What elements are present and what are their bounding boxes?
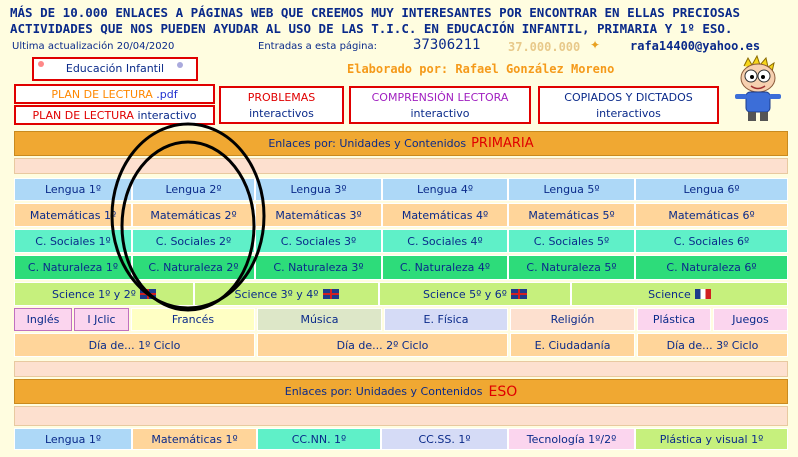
- problemas-title: PROBLEMAS: [247, 91, 316, 104]
- mates-2-link[interactable]: Matemáticas 2º: [132, 203, 255, 227]
- plan-lectura-pdf-link[interactable]: PLAN DE LECTURA .pdf: [14, 84, 215, 104]
- plastica-link[interactable]: Plástica: [637, 308, 711, 331]
- religion-link[interactable]: Religión: [510, 308, 635, 331]
- problemas-link[interactable]: PROBLEMAS interactivos: [219, 86, 344, 124]
- science-french-label: Science: [648, 287, 691, 301]
- lengua-2-link[interactable]: Lengua 2º: [132, 178, 255, 201]
- naturaleza-3-link[interactable]: C. Naturaleza 3º: [255, 255, 382, 280]
- header-line-1: MÁS DE 10.000 ENLACES A PÁGINAS WEB QUE …: [10, 5, 740, 20]
- copiados-title: COPIADOS Y DICTADOS: [564, 91, 693, 104]
- mates-4-link[interactable]: Matemáticas 4º: [382, 203, 508, 227]
- eso-plastica-link[interactable]: Plástica y visual 1º: [635, 428, 788, 450]
- comprension-title: COMPRENSIÓN LECTORA: [371, 91, 509, 104]
- visit-counter-goal: 37.000.000: [508, 40, 581, 54]
- lengua-5-link[interactable]: Lengua 5º: [508, 178, 635, 201]
- spacer-row: [14, 406, 788, 426]
- plan-lectura-int-label: PLAN DE LECTURA: [32, 109, 134, 122]
- spacer-row: [14, 361, 788, 377]
- eso-mates-link[interactable]: Matemáticas 1º: [132, 428, 257, 450]
- sparkle-icon: ✦: [590, 38, 601, 52]
- plan-lectura-interactivo-link[interactable]: PLAN DE LECTURA interactivo: [14, 105, 215, 125]
- eso-ccss-link[interactable]: CC.SS. 1º: [381, 428, 508, 450]
- naturaleza-1-link[interactable]: C. Naturaleza 1º: [14, 255, 132, 280]
- uk-flag-icon: [140, 289, 156, 299]
- uk-flag-icon: [322, 289, 339, 299]
- science-french-link[interactable]: Science: [571, 282, 788, 306]
- copiados-dictados-link[interactable]: COPIADOS Y DICTADOS interactivos: [538, 86, 719, 124]
- primaria-band: Enlaces por: Unidades y Contenidos PRIMA…: [14, 131, 788, 156]
- educacion-fisica-link[interactable]: E. Física: [384, 308, 508, 331]
- mascot-boy-icon: [735, 54, 781, 121]
- uk-flag-icon: [511, 289, 527, 299]
- eso-lengua-link[interactable]: Lengua 1º: [14, 428, 132, 450]
- primaria-band-label: Enlaces por: Unidades y Contenidos: [268, 137, 467, 150]
- eso-band-highlight: ESO: [488, 383, 518, 400]
- jclic-link[interactable]: I Jclic: [74, 308, 129, 331]
- infantil-label: Educación Infantil: [65, 62, 165, 75]
- juegos-link[interactable]: Juegos: [713, 308, 788, 331]
- science-1-2-label: Science 1º y 2º: [51, 287, 136, 301]
- author-credit: Elaborado por: Rafael González Moreno: [347, 62, 615, 76]
- sociales-4-link[interactable]: C. Sociales 4º: [382, 229, 508, 253]
- science-5-6-label: Science 5º y 6º: [422, 287, 507, 301]
- dia-1-ciclo-link[interactable]: Día de... 1º Ciclo: [14, 333, 255, 357]
- science-3-4-link[interactable]: Science 3º y 4º: [194, 282, 379, 306]
- naturaleza-6-link[interactable]: C. Naturaleza 6º: [635, 255, 788, 280]
- sociales-1-link[interactable]: C. Sociales 1º: [14, 229, 132, 253]
- eso-band-label: Enlaces por: Unidades y Contenidos: [284, 385, 483, 398]
- eso-band: Enlaces por: Unidades y Contenidos ESO: [14, 379, 788, 404]
- frances-link[interactable]: Francés: [131, 308, 255, 331]
- naturaleza-2-link[interactable]: C. Naturaleza 2º: [132, 255, 255, 280]
- sociales-5-link[interactable]: C. Sociales 5º: [508, 229, 635, 253]
- dia-2-ciclo-link[interactable]: Día de... 2º Ciclo: [257, 333, 508, 357]
- musica-link[interactable]: Música: [257, 308, 382, 331]
- header-line-2: ACTIVIDADES QUE NOS PUEDEN AYUDAR AL USO…: [10, 21, 733, 36]
- ingles-link[interactable]: Inglés: [14, 308, 72, 331]
- france-flag-icon: [694, 289, 711, 299]
- sociales-6-link[interactable]: C. Sociales 6º: [635, 229, 788, 253]
- comprension-lectora-link[interactable]: COMPRENSIÓN LECTORA interactivo: [349, 86, 531, 124]
- naturaleza-5-link[interactable]: C. Naturaleza 5º: [508, 255, 635, 280]
- mates-1-link[interactable]: Matemáticas 1º: [14, 203, 132, 227]
- eso-ccnn-link[interactable]: CC.NN. 1º: [257, 428, 381, 450]
- eso-tecnologia-link[interactable]: Tecnología 1º/2º: [508, 428, 635, 450]
- naturaleza-4-link[interactable]: C. Naturaleza 4º: [382, 255, 508, 280]
- plan-lectura-pdf-label: PLAN DE LECTURA: [51, 88, 153, 101]
- email-link[interactable]: rafa14400@yahoo.es: [630, 39, 760, 53]
- mates-6-link[interactable]: Matemáticas 6º: [635, 203, 788, 227]
- mates-5-link[interactable]: Matemáticas 5º: [508, 203, 635, 227]
- dia-3-ciclo-link[interactable]: Día de... 3º Ciclo: [637, 333, 788, 357]
- spacer-row: [14, 158, 788, 174]
- sociales-3-link[interactable]: C. Sociales 3º: [255, 229, 382, 253]
- lengua-1-link[interactable]: Lengua 1º: [14, 178, 132, 201]
- science-3-4-label: Science 3º y 4º: [234, 287, 319, 301]
- entries-label: Entradas a esta página:: [258, 41, 378, 52]
- lengua-4-link[interactable]: Lengua 4º: [382, 178, 508, 201]
- ciudadania-link[interactable]: E. Ciudadanía: [510, 333, 635, 357]
- primaria-band-highlight: PRIMARIA: [471, 136, 534, 151]
- dot-icon: [177, 62, 183, 68]
- mates-3-link[interactable]: Matemáticas 3º: [255, 203, 382, 227]
- lengua-6-link[interactable]: Lengua 6º: [635, 178, 788, 201]
- last-updated: Ultima actualización 20/04/2020: [12, 41, 175, 52]
- visit-counter: 37306211: [413, 37, 481, 53]
- problemas-subtitle: interactivos: [249, 107, 314, 120]
- plan-lectura-int-suffix: interactivo: [137, 109, 197, 122]
- science-1-2-link[interactable]: Science 1º y 2º: [14, 282, 194, 306]
- infantil-link[interactable]: Educación Infantil: [32, 57, 198, 81]
- copiados-subtitle: interactivos: [596, 107, 661, 120]
- science-5-6-link[interactable]: Science 5º y 6º: [379, 282, 571, 306]
- plan-lectura-pdf-suffix: .pdf: [156, 88, 178, 101]
- dot-icon: [38, 61, 44, 67]
- sociales-2-link[interactable]: C. Sociales 2º: [132, 229, 255, 253]
- lengua-3-link[interactable]: Lengua 3º: [255, 178, 382, 201]
- comprension-subtitle: interactivo: [410, 107, 470, 120]
